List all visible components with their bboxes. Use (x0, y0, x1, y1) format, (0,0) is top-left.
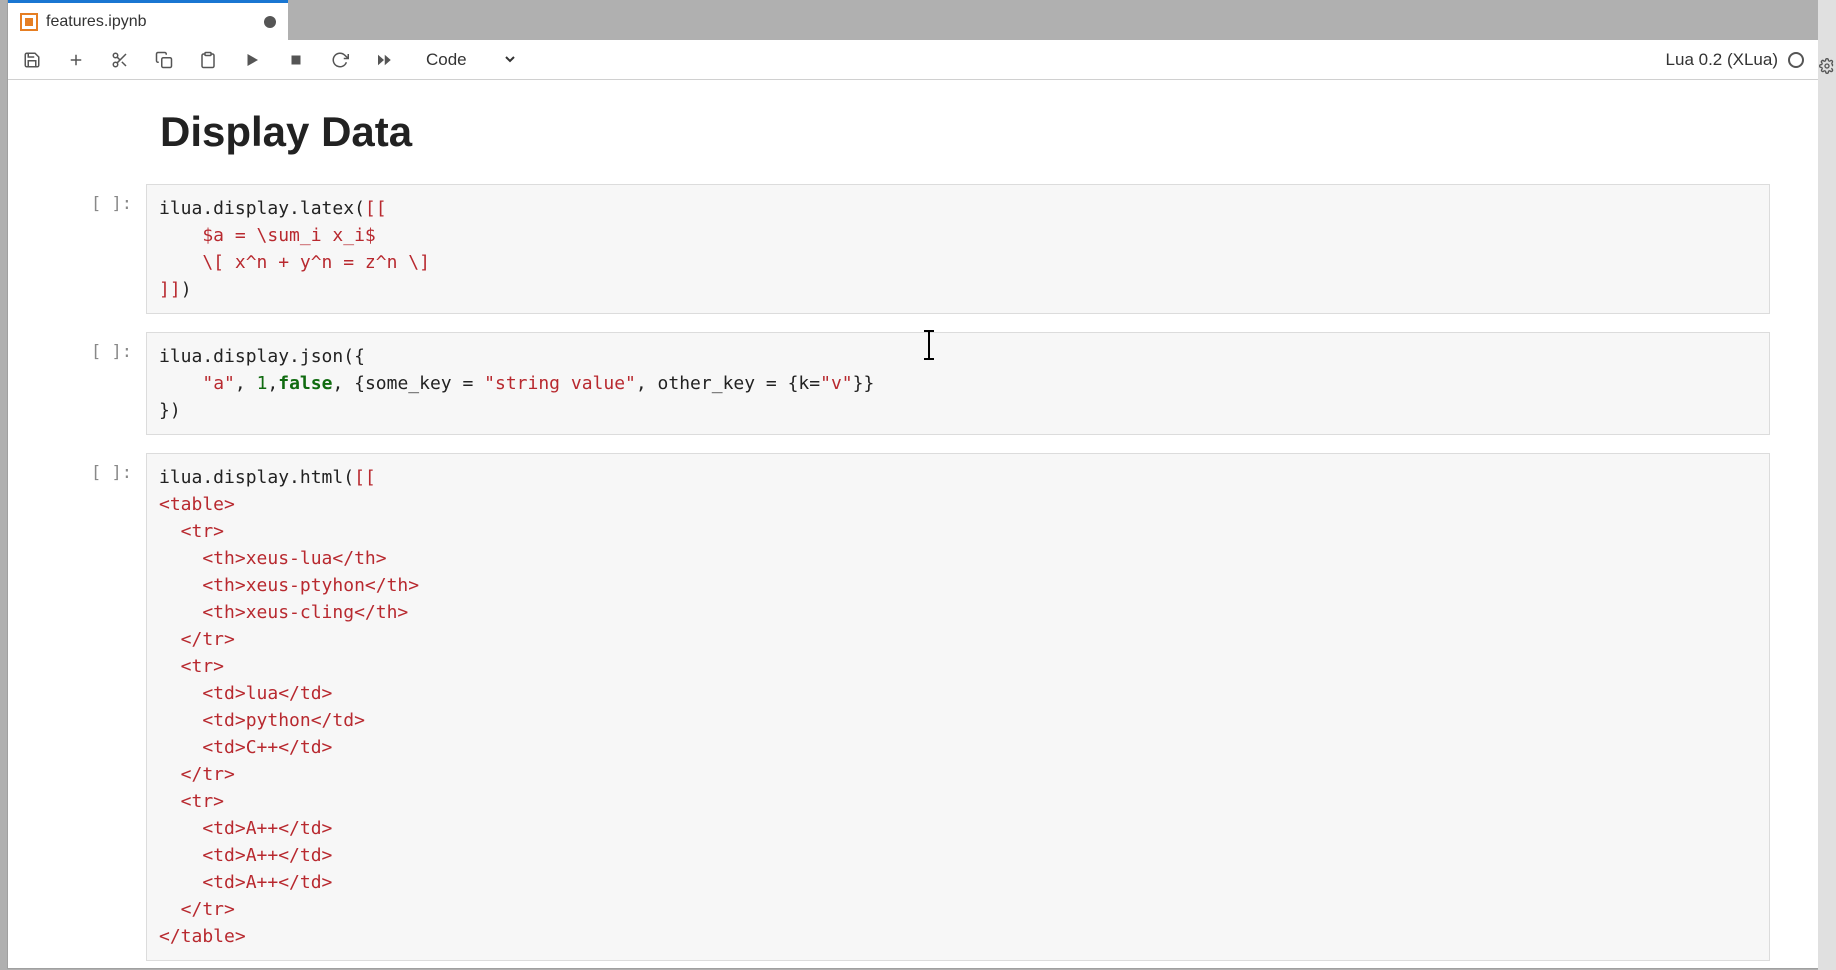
restart-button[interactable] (330, 50, 350, 70)
tab-title: features.ipynb (46, 13, 147, 31)
app-frame: features.ipynb Co (8, 0, 1818, 968)
save-button[interactable] (22, 50, 42, 70)
copy-button[interactable] (154, 50, 174, 70)
code-cell[interactable]: [ ]: ilua.display.latex([[ $a = \sum_i x… (56, 184, 1770, 314)
unsaved-indicator-icon (264, 16, 276, 28)
cut-button[interactable] (110, 50, 130, 70)
code-input[interactable]: ilua.display.html([[ <table> <tr> <th>xe… (146, 453, 1770, 961)
cell-prompt: [ ]: (56, 453, 146, 483)
toolbar: Code Lua 0.2 (XLua) (8, 40, 1818, 80)
code-input[interactable]: ilua.display.latex([[ $a = \sum_i x_i$ \… (146, 184, 1770, 314)
notebook-content: Display Data [ ]: ilua.display.latex([[ … (8, 80, 1818, 968)
run-all-button[interactable] (374, 50, 394, 70)
tab-bar: features.ipynb (8, 0, 1818, 40)
cell-prompt: [ ]: (56, 332, 146, 362)
notebook-icon (20, 13, 38, 31)
code-cell[interactable]: [ ]: ilua.display.html([[ <table> <tr> <… (56, 453, 1770, 961)
insert-cell-button[interactable] (66, 50, 86, 70)
text-cursor-icon (928, 330, 930, 360)
cell-prompt: [ ]: (56, 184, 146, 214)
notebook-tab[interactable]: features.ipynb (8, 0, 288, 40)
right-sidebar (1818, 0, 1836, 970)
kernel-info[interactable]: Lua 0.2 (XLua) (1666, 50, 1804, 70)
gear-icon[interactable] (1819, 58, 1835, 79)
kernel-status-icon (1788, 52, 1804, 68)
kernel-name: Lua 0.2 (XLua) (1666, 50, 1778, 70)
cell-type-select[interactable]: Code (418, 47, 518, 72)
interrupt-button[interactable] (286, 50, 306, 70)
page-title: Display Data (160, 108, 1818, 156)
code-cell[interactable]: [ ]: ilua.display.json({ "a", 1,false, {… (56, 332, 1770, 435)
code-input[interactable]: ilua.display.json({ "a", 1,false, {some_… (146, 332, 1770, 435)
paste-button[interactable] (198, 50, 218, 70)
notebook-scroll-area[interactable]: Display Data [ ]: ilua.display.latex([[ … (8, 80, 1818, 968)
run-button[interactable] (242, 50, 262, 70)
